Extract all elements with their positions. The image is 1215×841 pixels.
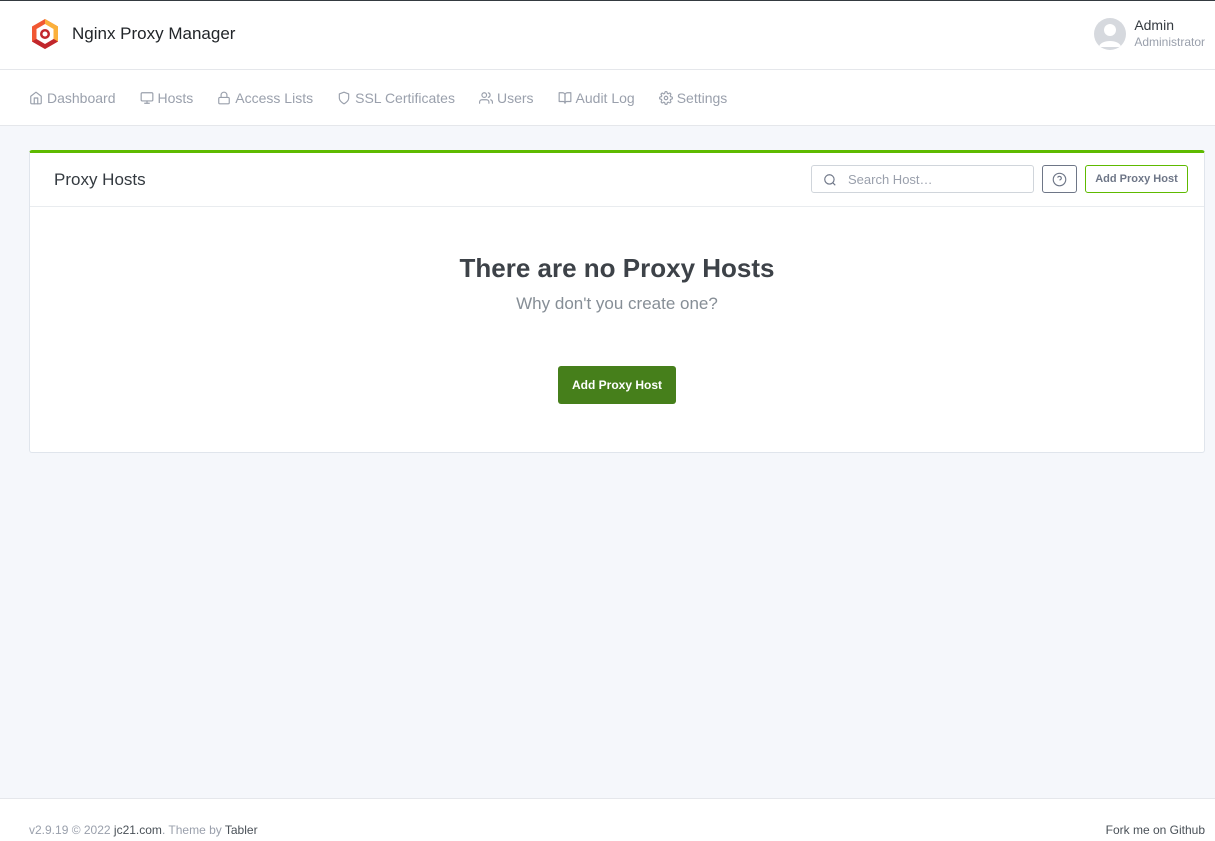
- footer: v2.9.19 © 2022 jc21.com. Theme by Tabler…: [0, 798, 1215, 841]
- home-icon: [30, 91, 42, 104]
- lock-icon: [218, 91, 231, 104]
- card-header: Proxy Hosts Add Proxy Host: [30, 153, 1204, 207]
- user-role: Administrator: [1134, 35, 1205, 49]
- help-button[interactable]: [1042, 165, 1077, 193]
- empty-title: There are no Proxy Hosts: [459, 253, 775, 283]
- app-title: Nginx Proxy Manager: [72, 24, 236, 43]
- nav-label: Settings: [676, 89, 728, 106]
- footer-credits: v2.9.19 © 2022 jc21.com. Theme by Tabler: [29, 823, 258, 837]
- theme-text: . Theme by: [161, 823, 225, 837]
- user-menu[interactable]: Admin Administrator: [1094, 17, 1205, 51]
- nav-item-settings[interactable]: Settings: [658, 89, 728, 106]
- nav-item-users[interactable]: Users: [478, 89, 534, 106]
- nav-label: Access Lists: [235, 89, 314, 106]
- search-box: [811, 165, 1034, 193]
- search-icon: [824, 174, 836, 186]
- nav-label: Users: [496, 89, 534, 106]
- user-name: Admin: [1134, 17, 1174, 33]
- proxy-hosts-card: Proxy Hosts Add Proxy Host There are no …: [29, 150, 1205, 453]
- help-circle-icon: [1052, 172, 1067, 186]
- nav-label: SSL Certificates: [355, 89, 455, 106]
- app-header: Nginx Proxy Manager Admin Administrator: [0, 1, 1215, 70]
- nav-label: Hosts: [157, 89, 194, 106]
- author-link[interactable]: jc21.com: [114, 823, 162, 837]
- nav-label: Audit Log: [575, 89, 635, 106]
- nav-item-audit-log[interactable]: Audit Log: [558, 90, 635, 106]
- nav-label: Dashboard: [47, 89, 116, 106]
- search-input[interactable]: [848, 166, 1028, 192]
- brand-link[interactable]: Nginx Proxy Manager: [30, 18, 235, 50]
- users-icon: [478, 91, 493, 104]
- book-open-icon: [558, 91, 571, 104]
- add-proxy-host-button[interactable]: Add Proxy Host: [1085, 165, 1188, 193]
- version-text: v2.9.19 © 2022: [29, 823, 114, 837]
- empty-add-proxy-host-button[interactable]: Add Proxy Host: [558, 366, 676, 404]
- nav-item-dashboard[interactable]: Dashboard: [29, 90, 116, 106]
- empty-state: There are no Proxy Hosts Why don't you c…: [30, 253, 1204, 314]
- main-nav: Dashboard Hosts Access Lists SSL Certifi…: [0, 70, 1215, 126]
- theme-link[interactable]: Tabler: [225, 823, 258, 837]
- nginx-proxy-manager-logo: [32, 19, 58, 49]
- nav-item-access-lists[interactable]: Access Lists: [217, 90, 313, 106]
- gear-icon: [658, 90, 673, 105]
- empty-subtitle: Why don't you create one?: [516, 294, 718, 313]
- github-link[interactable]: Fork me on Github: [1106, 823, 1205, 837]
- card-title: Proxy Hosts: [54, 170, 146, 189]
- shield-icon: [338, 91, 350, 104]
- nav-item-ssl-certificates[interactable]: SSL Certificates: [337, 90, 455, 106]
- monitor-icon: [140, 91, 153, 104]
- user-avatar-icon: [1094, 18, 1127, 50]
- nav-item-hosts[interactable]: Hosts: [140, 89, 194, 106]
